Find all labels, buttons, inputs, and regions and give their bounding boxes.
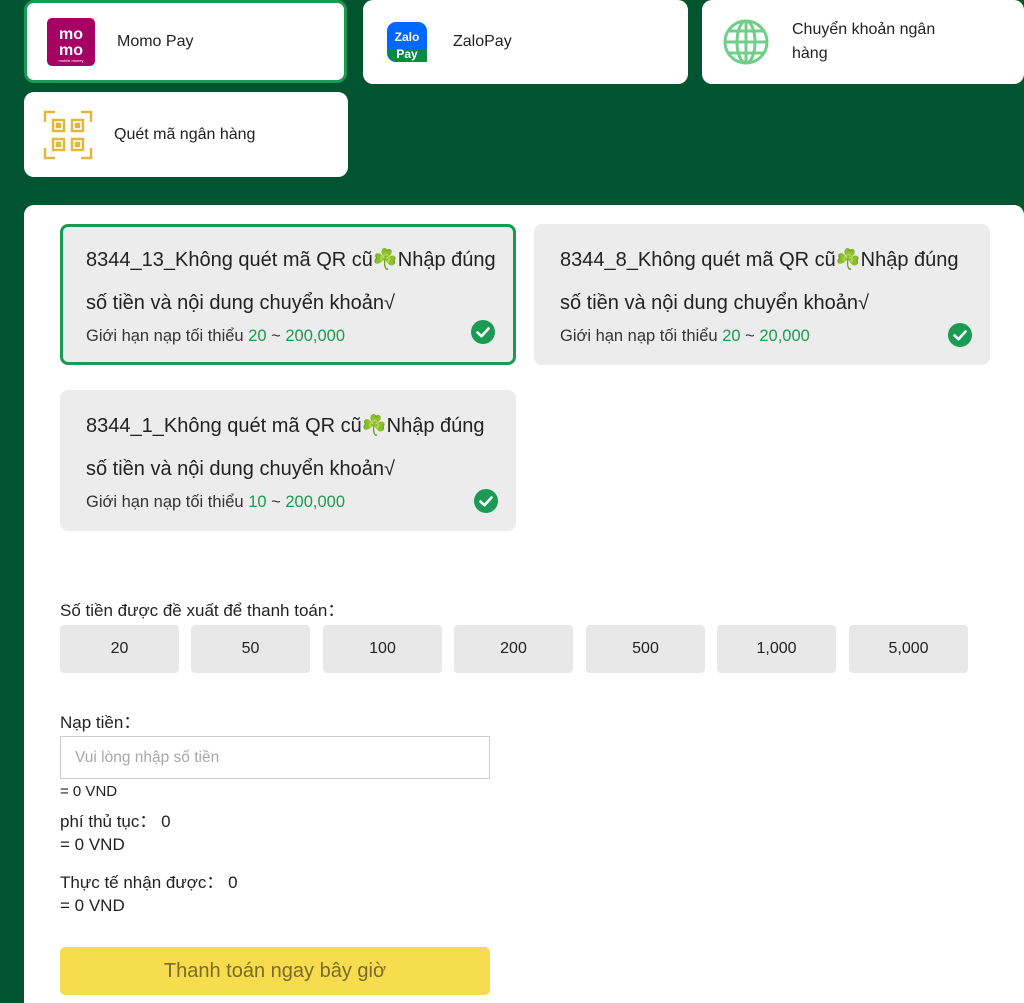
- method-label: Quét mã ngân hàng: [114, 125, 256, 143]
- method-label: Chuyển khoản ngân hàng: [792, 21, 936, 62]
- method-zalopay[interactable]: Zalo Pay ZaloPay: [363, 0, 688, 84]
- channel-title: 8344_8_Không quét mã QR cũ☘️Nhập đúng số…: [560, 249, 959, 314]
- momo-logo-text-top: mo: [59, 26, 83, 43]
- amount-button-50[interactable]: 50: [191, 625, 310, 673]
- channel-option[interactable]: 8344_1_Không quét mã QR cũ☘️Nhập đúng số…: [60, 390, 516, 531]
- limit-label: Giới hạn nạp tối thiểu: [560, 327, 718, 345]
- limit-separator: ~: [745, 327, 755, 345]
- fee-converted: = 0 VND: [60, 835, 125, 854]
- amount-input[interactable]: [60, 736, 490, 779]
- method-momo-pay[interactable]: mo mo mobile money Momo Pay: [24, 0, 347, 83]
- received-converted: = 0 VND: [60, 896, 125, 915]
- zalopay-logo-icon: Zalo Pay: [381, 16, 433, 68]
- limit-max: 20,000: [759, 327, 810, 345]
- limit-separator: ~: [271, 493, 281, 511]
- channel-title: 8344_1_Không quét mã QR cũ☘️Nhập đúng số…: [86, 415, 485, 480]
- channel-limit: Giới hạn nạp tối thiểu 10 ~ 200,000: [86, 493, 516, 512]
- fee-row: phí thủ tục： 0: [60, 807, 171, 832]
- limit-min: 20: [248, 327, 267, 345]
- fee-value: 0: [161, 812, 171, 831]
- method-label: ZaloPay: [453, 33, 512, 50]
- received-value: 0: [228, 873, 238, 892]
- amount-button-100[interactable]: 100: [323, 625, 442, 673]
- amount-button-1000[interactable]: 1,000: [717, 625, 836, 673]
- momo-logo-icon: mo mo mobile money: [45, 16, 97, 68]
- received-label: Thực tế nhận được：: [60, 873, 224, 892]
- method-bank-transfer[interactable]: Chuyển khoản ngân hàng: [702, 0, 1024, 84]
- check-circle-icon: [474, 489, 498, 513]
- limit-max: 200,000: [285, 327, 346, 345]
- received-row: Thực tế nhận được： 0: [60, 868, 238, 893]
- amount-button-5000[interactable]: 5,000: [849, 625, 968, 673]
- zalopay-logo-text-top: Zalo: [395, 30, 420, 44]
- limit-max: 200,000: [285, 493, 346, 511]
- amount-button-20[interactable]: 20: [60, 625, 179, 673]
- momo-logo-text-bottom: mo: [59, 42, 83, 59]
- amount-button-200[interactable]: 200: [454, 625, 573, 673]
- limit-min: 20: [722, 327, 741, 345]
- channel-limit: Giới hạn nạp tối thiểu 20 ~ 20,000: [560, 327, 990, 346]
- globe-icon: [720, 16, 772, 68]
- fee-label: phí thủ tục：: [60, 812, 157, 831]
- deposit-converted: = 0 VND: [60, 783, 118, 800]
- amount-button-500[interactable]: 500: [586, 625, 705, 673]
- method-qr-bank[interactable]: Quét mã ngân hàng: [24, 92, 348, 177]
- qr-code-icon: [42, 109, 94, 161]
- pay-now-button[interactable]: Thanh toán ngay bây giờ: [60, 947, 490, 995]
- zalopay-logo-text-bottom: Pay: [396, 47, 418, 61]
- limit-separator: ~: [271, 327, 281, 345]
- check-circle-icon: [948, 323, 972, 347]
- deposit-label: Nạp tiền：: [60, 713, 141, 732]
- limit-label: Giới hạn nạp tối thiểu: [86, 327, 244, 345]
- momo-logo-caption: mobile money: [59, 58, 84, 63]
- limit-min: 10: [248, 493, 267, 511]
- suggested-amount-label: Số tiền được đề xuất để thanh toán：: [60, 601, 345, 620]
- limit-label: Giới hạn nạp tối thiểu: [86, 493, 244, 511]
- channel-option[interactable]: 8344_8_Không quét mã QR cũ☘️Nhập đúng số…: [534, 224, 990, 365]
- check-circle-icon: [471, 320, 495, 344]
- deposit-panel: 8344_13_Không quét mã QR cũ☘️Nhập đúng s…: [24, 205, 1024, 1003]
- method-label: Momo Pay: [117, 32, 194, 50]
- channel-option[interactable]: 8344_13_Không quét mã QR cũ☘️Nhập đúng s…: [60, 224, 516, 365]
- channel-limit: Giới hạn nạp tối thiểu 20 ~ 200,000: [86, 327, 513, 346]
- channel-title: 8344_13_Không quét mã QR cũ☘️Nhập đúng s…: [86, 249, 496, 314]
